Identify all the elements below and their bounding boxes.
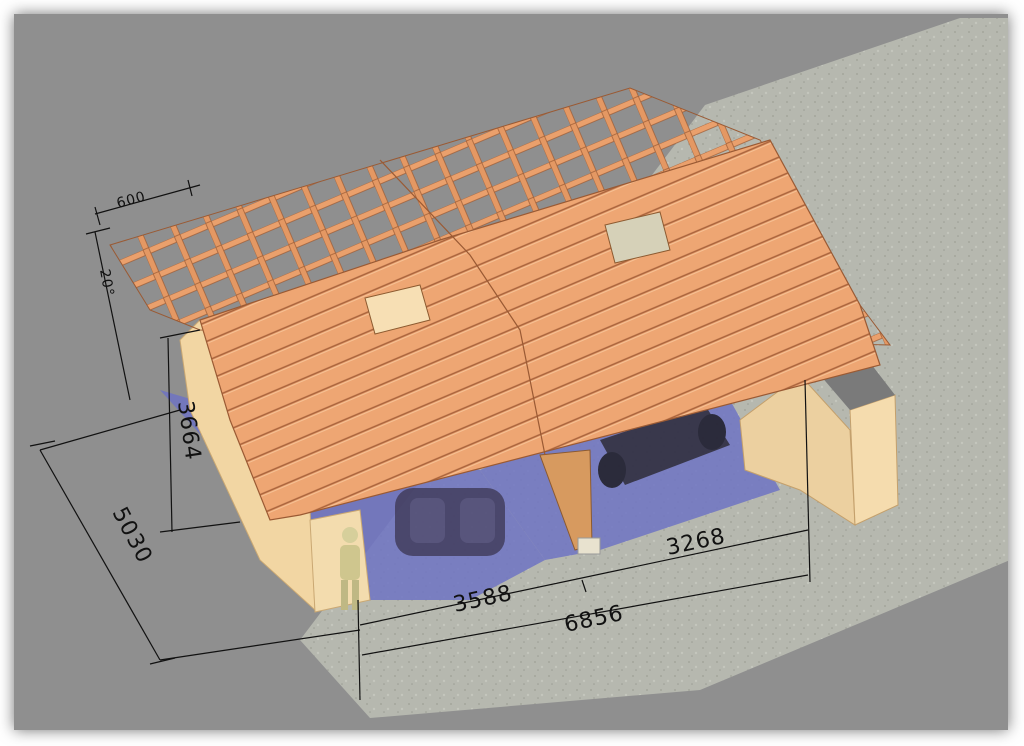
dimension-roof-angle: 20°	[96, 268, 117, 298]
wall-right-front	[849, 394, 899, 526]
car-left	[395, 488, 505, 556]
post-footing	[577, 537, 601, 555]
dimension-rafter-spacing: 600	[115, 189, 148, 212]
garage-3d-scene: 600 20° 3664 5030 3588 3268 6856	[29, 18, 1008, 718]
viewport-frame: 600 20° 3664 5030 3588 3268 6856	[14, 14, 1008, 730]
dimension-depth: 5030	[107, 503, 157, 568]
